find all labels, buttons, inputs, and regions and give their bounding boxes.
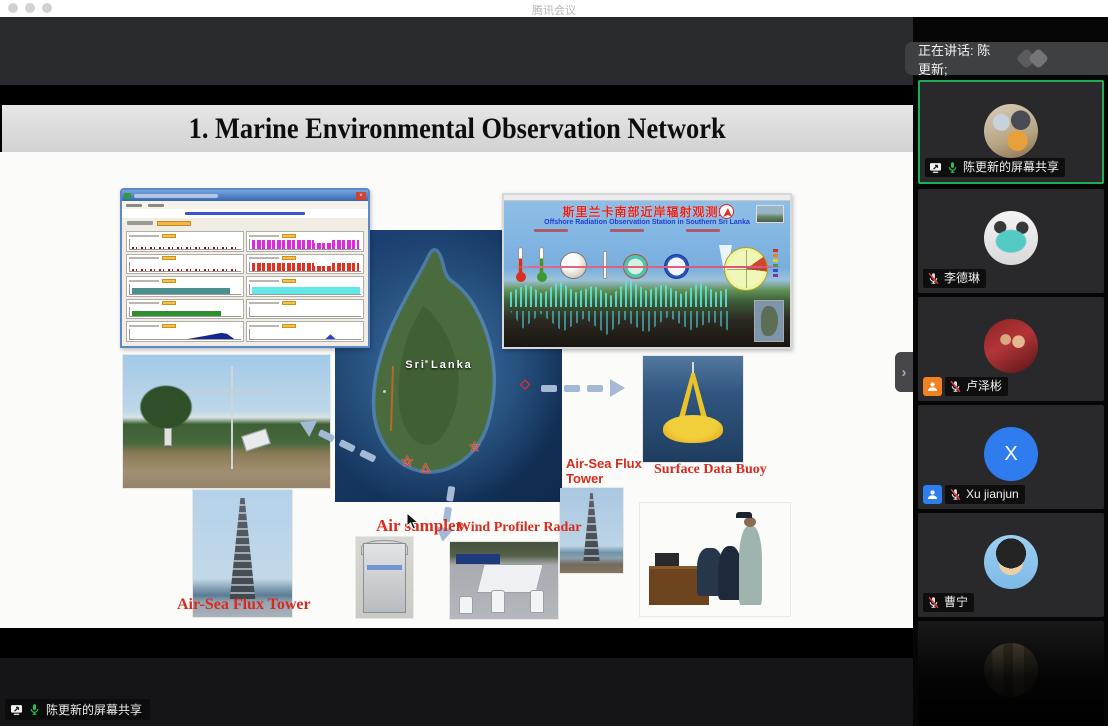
participant-tile-lu-zebin[interactable]: 卢泽彬 xyxy=(918,297,1104,401)
participant-tile-cao-ning[interactable]: 曹宁 xyxy=(918,513,1104,617)
participant-tile-partial[interactable] xyxy=(918,621,1104,726)
remote-cursor xyxy=(406,512,420,530)
screen-share-chip: 陈更新的屏幕共享 xyxy=(5,699,150,720)
station-marker-star: ☆ xyxy=(469,440,481,453)
mic-on-icon xyxy=(28,703,41,716)
app-titlebar: × xyxy=(122,190,368,201)
mini-chart xyxy=(246,321,364,342)
radiation-dashboard: 斯里兰卡南部近岸辐射观测站 Offshore Radiation Observa… xyxy=(502,193,792,349)
operations-room-photo xyxy=(640,503,790,616)
mic-muted-icon xyxy=(927,272,940,285)
person-icon xyxy=(926,488,939,501)
person-icon xyxy=(926,380,939,393)
close-icon: × xyxy=(356,192,366,200)
mic-muted-icon xyxy=(949,488,962,501)
mini-chart xyxy=(126,231,244,252)
participants-sidebar: 正在讲话: 陈更新; xyxy=(913,17,1108,726)
wind-rose-legend xyxy=(773,249,778,277)
participant-tile-chen-gengxin[interactable]: 陈更新的屏幕共享 xyxy=(918,80,1104,184)
dashboard-subtitle: Offshore Radiation Observation Station i… xyxy=(504,219,790,226)
faded-overlay xyxy=(956,714,1066,726)
dashboard-title: 斯里兰卡南部近岸辐射观测站 xyxy=(504,203,790,220)
shared-screen-stage: 1. Marine Environmental Observation Netw… xyxy=(0,17,913,726)
mini-chart xyxy=(126,276,244,297)
window-title: 腾讯会议 xyxy=(0,2,1108,18)
monitor-chart-grid xyxy=(122,228,368,346)
surface-buoy-photo xyxy=(643,356,743,462)
window-titlebar: 腾讯会议 xyxy=(0,0,1108,17)
participant-tile-xu-jianjun[interactable]: X xyxy=(918,405,1104,509)
thermometer-icon xyxy=(539,247,544,279)
participant-name-chip: 李德琳 xyxy=(923,269,986,288)
station-marker-triangle: △ xyxy=(421,461,430,473)
label-surface-data-buoy: Surface Data Buoy xyxy=(654,462,767,478)
mini-chart xyxy=(126,321,244,342)
wind-profiler-radar-photo xyxy=(450,542,558,619)
dashboard-gauges xyxy=(518,247,689,279)
station-thumbnail xyxy=(756,205,784,223)
label-wind-profiler-radar: Wind Profiler Radar xyxy=(457,520,581,536)
slide-canvas: Sri Lanka ☆ △ ☆ × xyxy=(0,152,913,628)
temperature-trace xyxy=(512,266,782,268)
app-menubar xyxy=(122,201,368,209)
mic-muted-icon xyxy=(949,380,962,393)
station-logo-icon xyxy=(719,204,734,219)
sidebar-collapse-button[interactable]: › xyxy=(895,352,913,392)
avatar xyxy=(984,535,1038,589)
app-title-text xyxy=(134,194,218,198)
screen-share-icon xyxy=(10,703,23,716)
mini-chart xyxy=(126,299,244,320)
participant-tile-li-delin[interactable]: 李德琳 xyxy=(918,189,1104,293)
avatar xyxy=(984,319,1038,373)
mini-chart xyxy=(246,231,364,252)
tencent-meeting-window: 腾讯会议 1. Marine Environmental Observation… xyxy=(0,0,1108,726)
screen-share-icon xyxy=(929,161,942,174)
participant-name-chip: Xu jianjun xyxy=(945,485,1025,504)
app-icon xyxy=(124,193,131,199)
participant-name-chip: 卢泽彬 xyxy=(945,377,1008,396)
dashboard-mini-labels xyxy=(534,229,720,232)
avatar: X xyxy=(984,427,1038,481)
route-diamond-marker: ◇ xyxy=(520,376,530,392)
arrow-to-buoy xyxy=(541,379,625,397)
rain-tube-icon xyxy=(603,251,607,279)
label-air-sea-flux-tower-right: Air-Sea Flux Tower xyxy=(566,456,642,486)
wind-rose-icon xyxy=(724,247,768,291)
thermometer-icon xyxy=(518,247,523,279)
presentation-slide: 1. Marine Environmental Observation Netw… xyxy=(0,85,913,658)
participant-name-chip: 曹宁 xyxy=(923,593,974,612)
avatar xyxy=(984,643,1038,697)
mic-on-icon xyxy=(946,161,959,174)
data-spikes xyxy=(510,311,730,341)
participant-name-chip: 陈更新的屏幕共享 xyxy=(925,158,1065,177)
sri-lanka-minimap xyxy=(754,300,784,342)
label-air-sea-flux-tower: Air-Sea Flux Tower xyxy=(177,596,311,614)
member-badge-orange xyxy=(923,377,942,396)
mini-chart xyxy=(246,299,364,320)
air-sampler-photo xyxy=(356,537,413,618)
slide-title-band: 1. Marine Environmental Observation Netw… xyxy=(2,105,913,152)
app-header-row xyxy=(122,218,368,228)
avatar xyxy=(984,104,1038,158)
city-dot xyxy=(383,390,386,393)
tencent-meeting-logo-icon xyxy=(1015,50,1099,68)
slide-title: 1. Marine Environmental Observation Netw… xyxy=(189,112,726,146)
speaking-banner-text: 正在讲话: 陈更新; xyxy=(918,40,1002,78)
speaking-banner: 正在讲话: 陈更新; xyxy=(905,42,1108,75)
app-status-line xyxy=(122,209,368,218)
mic-muted-icon xyxy=(927,596,940,609)
mini-chart xyxy=(126,254,244,275)
avatar xyxy=(984,211,1038,265)
member-badge-blue xyxy=(923,485,942,504)
mini-chart xyxy=(246,276,364,297)
map-label: Sri Lanka xyxy=(405,359,473,371)
weather-monitor-app-window: × xyxy=(120,188,370,348)
mini-chart xyxy=(246,254,364,275)
dashboard-window-chrome xyxy=(504,195,790,201)
